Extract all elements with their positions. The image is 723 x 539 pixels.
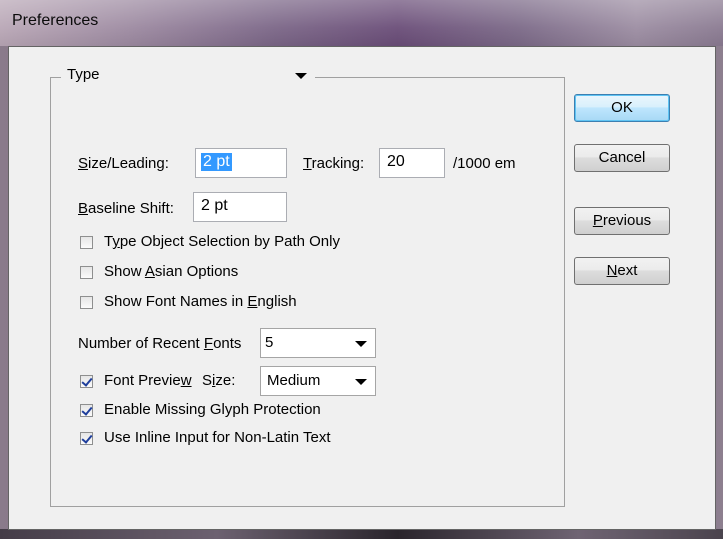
- show-asian-options-label: Show Asian Options: [104, 263, 239, 280]
- tracking-value: 20: [387, 153, 405, 170]
- title-bar-sheen: [0, 0, 723, 46]
- baseline-shift-input[interactable]: 2 pt: [193, 192, 287, 222]
- title-bar[interactable]: Preferences: [0, 0, 723, 46]
- show-font-names-english-checkbox[interactable]: [80, 296, 93, 309]
- inline-input-checkbox[interactable]: [80, 432, 93, 445]
- previous-button[interactable]: Previous: [574, 207, 670, 235]
- inline-input-label: Use Inline Input for Non-Latin Text: [104, 429, 331, 446]
- recent-fonts-label: Number of Recent Fonts: [78, 335, 242, 352]
- font-preview-label: Font Preview: [104, 372, 192, 389]
- next-button[interactable]: Next: [574, 257, 670, 285]
- recent-fonts-value: 5: [265, 334, 274, 351]
- ok-button[interactable]: OK: [574, 94, 670, 122]
- window-title: Preferences: [12, 12, 99, 29]
- show-asian-options-checkbox[interactable]: [80, 266, 93, 279]
- tracking-input[interactable]: 20: [379, 148, 445, 178]
- section-dropdown[interactable]: Type: [61, 63, 315, 89]
- preview-size-value: Medium: [267, 372, 321, 389]
- size-leading-value: 2 pt: [201, 153, 232, 171]
- preview-size-dropdown[interactable]: Medium: [260, 366, 376, 396]
- tracking-unit-label: /1000 em: [453, 155, 516, 172]
- window-frame-bottom: [0, 529, 723, 539]
- baseline-shift-value: 2 pt: [201, 197, 228, 214]
- section-dropdown-value: Type: [67, 66, 100, 83]
- size-leading-input[interactable]: 2 pt: [195, 148, 287, 178]
- size-leading-label: Size/Leading:: [78, 155, 169, 172]
- preferences-window: Preferences Type Size/Leading: 2 pt Trac…: [0, 0, 723, 539]
- type-object-selection-checkbox[interactable]: [80, 236, 93, 249]
- chevron-down-icon: [355, 341, 367, 347]
- missing-glyph-protection-label: Enable Missing Glyph Protection: [104, 401, 321, 418]
- recent-fonts-dropdown[interactable]: 5: [260, 328, 376, 358]
- chevron-down-icon: [295, 73, 307, 79]
- preview-size-label: Size:: [202, 372, 236, 389]
- cancel-button[interactable]: Cancel: [574, 144, 670, 172]
- chevron-down-icon: [355, 379, 367, 385]
- baseline-shift-label: Baseline Shift:: [78, 200, 174, 217]
- missing-glyph-protection-checkbox[interactable]: [80, 404, 93, 417]
- font-preview-checkbox[interactable]: [80, 375, 93, 388]
- type-object-selection-label: Type Object Selection by Path Only: [104, 233, 340, 250]
- show-font-names-english-label: Show Font Names in English: [104, 293, 297, 310]
- tracking-label: Tracking:: [303, 155, 365, 172]
- dialog-client-area: Type Size/Leading: 2 pt Tracking: 20 /10…: [8, 46, 716, 530]
